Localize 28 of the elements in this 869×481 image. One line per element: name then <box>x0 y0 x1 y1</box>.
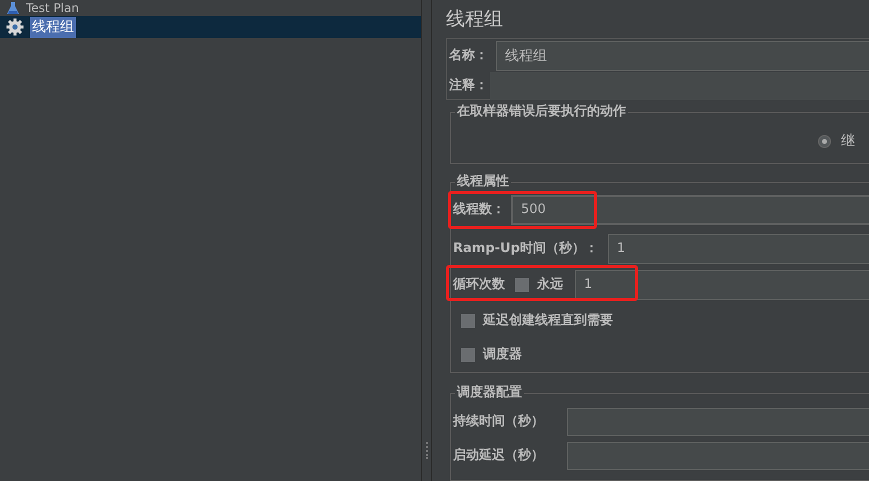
field-label: Ramp-Up时间（秒）： <box>453 240 598 258</box>
field-label: 启动延迟（秒） <box>453 446 545 466</box>
checkbox-label: 永远 <box>537 276 563 294</box>
checkbox[interactable] <box>461 348 475 362</box>
duration-field[interactable] <box>567 442 869 470</box>
field-label: 线程数： <box>453 201 505 220</box>
checkbox[interactable] <box>515 278 529 292</box>
flask-icon <box>6 1 20 15</box>
tree-item[interactable]: Test Plan <box>0 0 421 16</box>
gear-icon <box>6 18 24 36</box>
panel-title: 线程组 <box>446 7 504 32</box>
splitter-grip-icon[interactable] <box>424 441 428 459</box>
thread-count-field[interactable]: 500 <box>511 194 869 225</box>
checkbox[interactable] <box>461 314 475 328</box>
field-label: 持续时间（秒） <box>453 413 545 432</box>
checkbox-label: 延迟创建线程直到需要 <box>483 312 613 330</box>
name-field[interactable]: 线程组 <box>496 41 869 71</box>
comment-field[interactable] <box>490 72 869 100</box>
field-label: 注释： <box>449 76 488 96</box>
radio-button[interactable] <box>818 135 831 148</box>
tree-item[interactable]: 线程组 <box>0 16 421 38</box>
field-label: 循环次数 <box>453 276 505 294</box>
option-label: 继 <box>841 132 856 152</box>
duration-field[interactable] <box>567 408 869 436</box>
ramp-up-field[interactable]: 1 <box>608 234 869 264</box>
checkbox-label: 调度器 <box>483 346 522 364</box>
loop-count-field[interactable]: 1 <box>575 270 869 300</box>
field-label: 名称： <box>449 47 488 66</box>
